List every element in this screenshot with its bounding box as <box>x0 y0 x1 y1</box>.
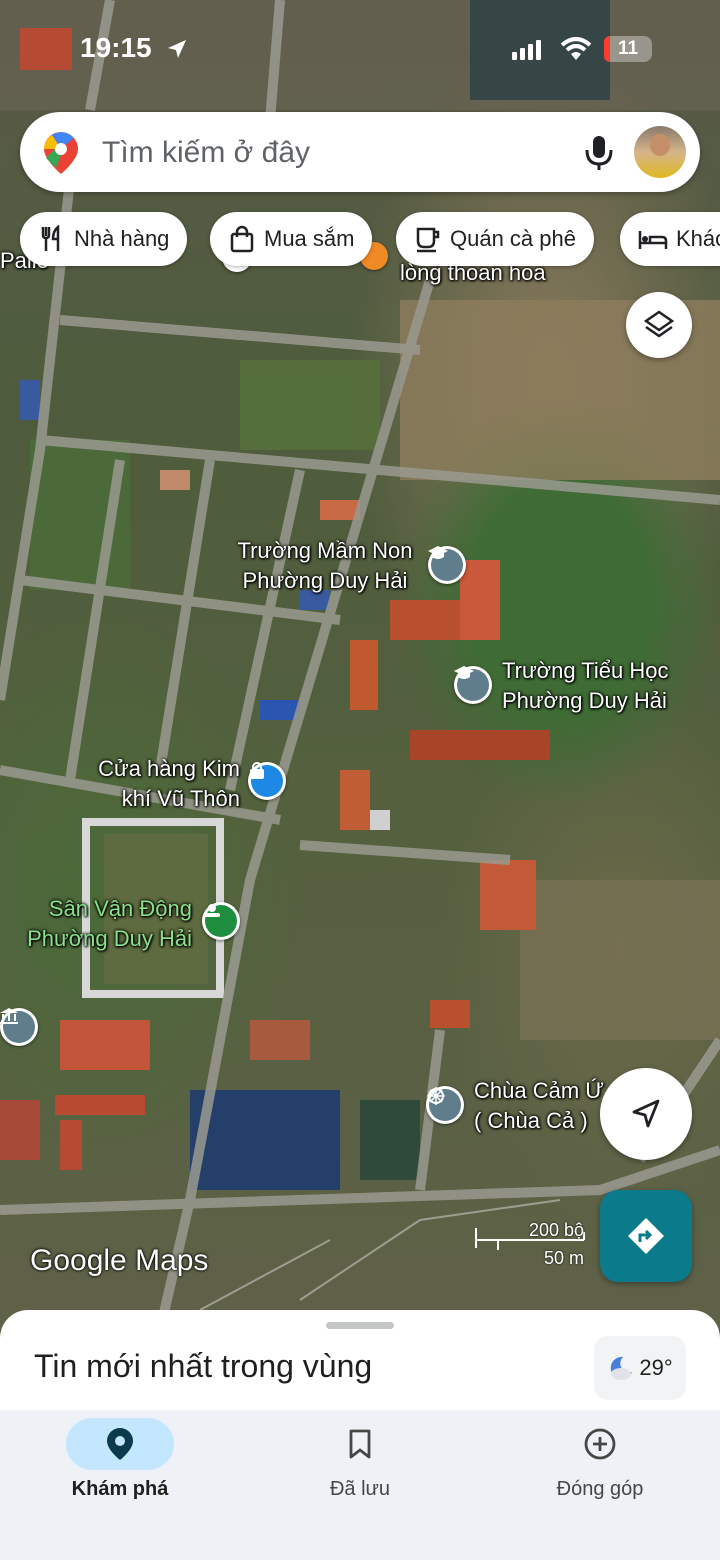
hardware-store-label[interactable]: Cửa hàng Kim khí Vũ Thôn <box>90 754 240 814</box>
search-input[interactable] <box>100 130 544 176</box>
wifi-icon <box>560 37 592 60</box>
coffee-icon <box>416 227 440 253</box>
nav-explore[interactable]: Khám phá <box>0 1410 240 1560</box>
hardware-store-name-line1: Cửa hàng Kim <box>98 756 240 781</box>
chip-label: Nhà hàng <box>74 226 170 251</box>
lock-bag-icon <box>250 762 283 797</box>
shopping-pin[interactable] <box>248 762 286 800</box>
maps-pin-icon <box>44 132 78 174</box>
explore-pin-icon <box>107 1428 133 1460</box>
nav-icon-wrap <box>306 1418 414 1470</box>
stadium-icon <box>204 904 237 937</box>
dharma-wheel-icon <box>427 1087 461 1121</box>
status-bar: 19:15 11 <box>0 0 720 100</box>
sheet-drag-handle[interactable] <box>326 1322 394 1329</box>
school-pin[interactable] <box>454 666 492 704</box>
weather-moon-icon <box>611 1356 633 1380</box>
nav-saved[interactable]: Đã lưu <box>240 1410 480 1560</box>
sheet-title: Tin mới nhất trong vùng <box>34 1348 373 1384</box>
bottom-navigation: Khám phá Đã lưu Đóng góp <box>0 1410 720 1560</box>
stadium-name-line1: Sân Vận Động <box>48 896 192 921</box>
my-location-button[interactable] <box>600 1068 692 1160</box>
hardware-store-name-line2: khí Vũ Thôn <box>121 786 240 811</box>
nav-contribute[interactable]: Đóng góp <box>480 1410 720 1560</box>
google-maps-logo: Google Maps <box>30 1244 209 1277</box>
directions-icon <box>628 1218 664 1254</box>
nav-active-indicator <box>66 1418 174 1470</box>
layers-icon <box>643 310 675 338</box>
scale-imperial: 200 bộ <box>528 1220 584 1240</box>
bookmark-icon <box>349 1429 371 1459</box>
status-time: 19:15 <box>80 32 152 63</box>
primary-school-name-line1: Trường Tiểu Học <box>502 658 669 683</box>
chip-label: Mua sắm <box>264 226 355 251</box>
navigation-arrow-icon <box>632 1099 660 1128</box>
nav-label: Đóng góp <box>556 1478 644 1500</box>
chip-label: Quán cà phê <box>450 226 576 251</box>
primary-school-name-line2: Phường Duy Hải <box>502 688 667 713</box>
battery-icon: 11 <box>604 36 652 62</box>
signal-icon <box>512 40 541 60</box>
microphone-icon[interactable] <box>584 134 614 172</box>
kindergarten-name-line1: Trường Mầm Non <box>237 538 413 563</box>
park-pin[interactable] <box>202 902 240 940</box>
worship-pin[interactable] <box>426 1086 464 1124</box>
graduation-cap-icon <box>454 666 489 701</box>
stadium-name-line2: Phường Duy Hải <box>27 926 192 951</box>
chip-coffee[interactable]: Quán cà phê <box>396 212 594 266</box>
temperature: 29° <box>639 1355 673 1380</box>
restaurant-icon <box>41 225 60 251</box>
school-pin[interactable] <box>428 546 466 584</box>
stadium-label[interactable]: Sân Vận Động Phường Duy Hải <box>22 894 192 954</box>
chip-label: Khác <box>676 226 720 251</box>
kindergarten-label[interactable]: Trường Mầm Non Phường Duy Hải <box>234 536 416 596</box>
nav-label: Đã lưu <box>329 1478 391 1500</box>
weather-chip[interactable]: 29° <box>594 1336 686 1400</box>
chip-hotels[interactable]: Khác <box>620 212 720 266</box>
location-arrow-icon <box>168 40 186 58</box>
kindergarten-name-line2: Phường Duy Hải <box>242 568 408 593</box>
directions-button[interactable] <box>600 1190 692 1282</box>
pagoda-label[interactable]: Chùa Cảm Ứ ( Chùa Cả ) <box>474 1076 604 1136</box>
shopping-bag-icon <box>230 225 254 253</box>
map-scale: 200 bộ 50 m <box>474 1220 586 1268</box>
nav-icon-wrap <box>546 1418 654 1470</box>
nav-label: Khám phá <box>71 1478 169 1500</box>
graduation-cap-icon <box>428 546 463 581</box>
bottom-sheet[interactable]: Tin mới nhất trong vùng 29° <box>0 1310 720 1410</box>
avatar[interactable] <box>634 126 686 178</box>
category-chips: Nhà hàng Mua sắm Quán cà phê Khác <box>0 212 720 268</box>
primary-school-label[interactable]: Trường Tiểu Học Phường Duy Hải <box>502 656 669 716</box>
scale-metric: 50 m <box>543 1248 584 1268</box>
pagoda-name-line2: ( Chùa Cả ) <box>474 1108 588 1133</box>
government-pin[interactable] <box>0 1008 38 1046</box>
building-columns-icon <box>0 1008 35 1043</box>
add-circle-icon <box>584 1428 616 1460</box>
chip-restaurants[interactable]: Nhà hàng <box>20 212 188 266</box>
layers-button[interactable] <box>626 292 692 358</box>
pagoda-name-line1: Chùa Cảm Ứ <box>474 1078 605 1103</box>
chip-shopping[interactable]: Mua sắm <box>210 212 373 266</box>
bed-icon <box>638 231 668 249</box>
search-bar[interactable] <box>20 112 700 192</box>
